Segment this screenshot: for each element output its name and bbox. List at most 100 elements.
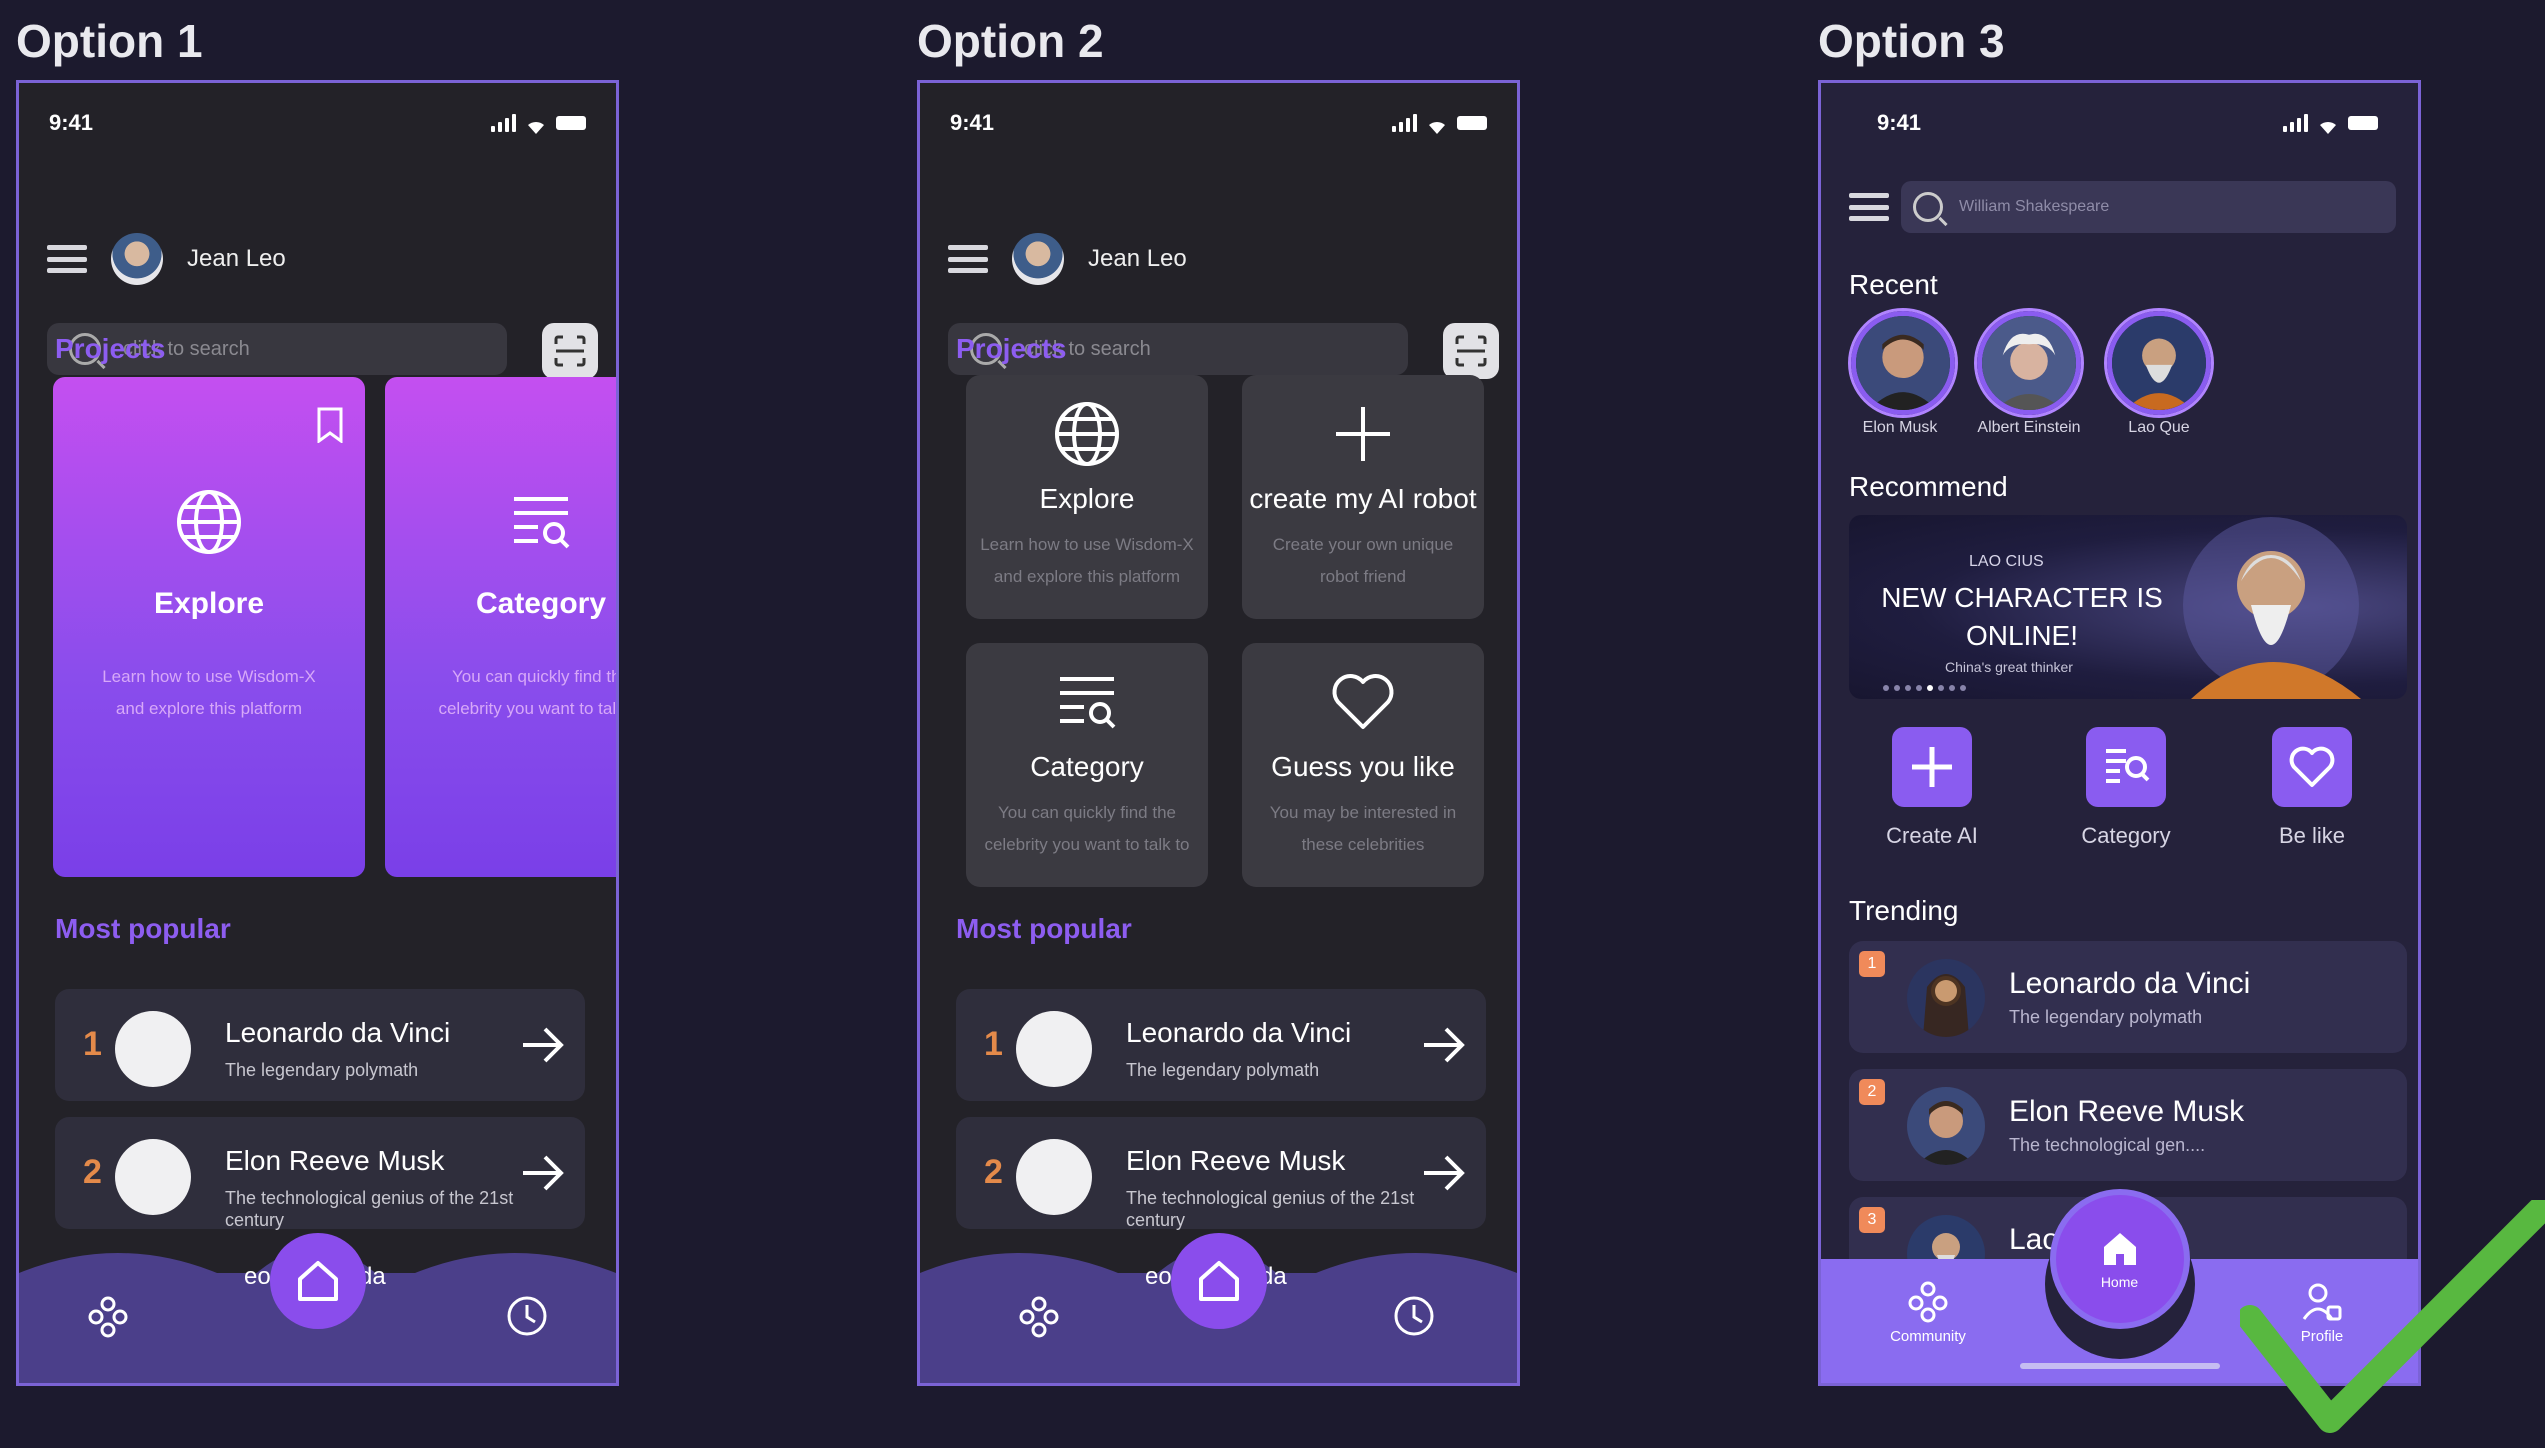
avatar xyxy=(1907,959,1985,1037)
list-item[interactable]: 1 Leonardo da Vinci The legendary polyma… xyxy=(956,989,1486,1101)
list-item[interactable]: 1 Leonardo da Vinci The legendary polyma… xyxy=(55,989,585,1101)
rank-number: 1 xyxy=(984,1025,1003,1063)
home-button[interactable]: Home xyxy=(2055,1195,2184,1323)
home-button[interactable] xyxy=(269,1233,366,1329)
trending-item[interactable]: 1 Leonardo da Vinci The legendary polyma… xyxy=(1849,941,2407,1053)
most-popular-heading: Most popular xyxy=(956,913,1132,944)
guess-you-like-card[interactable]: Guess you like You may be interested in … xyxy=(1242,643,1484,887)
phone-option-3: 9:41 William Shakespeare Recent Elon Mus… xyxy=(1818,80,2421,1386)
community-icon xyxy=(1908,1281,1948,1323)
scan-button[interactable] xyxy=(542,323,598,379)
arrow-right-icon[interactable] xyxy=(1422,1025,1466,1065)
menu-icon[interactable] xyxy=(47,245,87,273)
battery-icon xyxy=(2348,116,2378,130)
recent-avatar-einstein[interactable] xyxy=(1977,311,2081,415)
carousel-dots[interactable] xyxy=(1883,685,1966,691)
item-name: Leonardo da Vinci xyxy=(225,1017,451,1048)
menu-icon[interactable] xyxy=(1849,193,1889,221)
action-label: Category xyxy=(2081,823,2171,848)
card-title: Guess you like xyxy=(1271,751,1455,782)
status-bar: 9:41 xyxy=(49,103,586,143)
plus-icon xyxy=(1912,747,1952,787)
home-button[interactable] xyxy=(1170,1233,1267,1329)
phone-option-2: 9:41 Jean Leo click to search Projects E… xyxy=(917,80,1520,1386)
action-label: Be like xyxy=(2278,823,2346,848)
globe-icon xyxy=(1055,402,1119,466)
item-desc: The legendary polymath xyxy=(2009,1007,2203,1027)
menu-icon[interactable] xyxy=(948,245,988,273)
category-card[interactable]: Category You can quickly find the celebr… xyxy=(966,643,1208,887)
avatar xyxy=(1016,1011,1092,1087)
item-desc: The technological genius of the 21st cen… xyxy=(1126,1188,1415,1230)
community-icon[interactable] xyxy=(1016,1293,1062,1339)
avatar xyxy=(115,1139,191,1215)
recommend-banner[interactable]: LAO CIUS NEW CHARACTER IS ONLINE! China'… xyxy=(1849,515,2407,699)
recommend-heading: Recommend xyxy=(1849,471,2008,502)
status-time: 9:41 xyxy=(950,110,995,135)
check-mark-icon xyxy=(2240,1200,2545,1433)
scan-icon xyxy=(1455,335,1487,367)
explore-card[interactable]: Explore Learn how to use Wisdom-X and ex… xyxy=(966,375,1208,619)
rank-badge: 2 xyxy=(1859,1079,1885,1105)
recent-avatar-laoque[interactable] xyxy=(2107,311,2211,415)
banner-title: NEW CHARACTER IS ONLINE! xyxy=(1881,582,2163,651)
avatar[interactable] xyxy=(1012,233,1064,285)
plus-icon xyxy=(1336,407,1390,461)
card-title: create my AI robot xyxy=(1249,483,1477,514)
create-robot-card[interactable]: create my AI robot Create your own uniqu… xyxy=(1242,375,1484,619)
option-1-title: Option 1 xyxy=(16,15,203,67)
item-desc: The legendary polymath xyxy=(225,1060,419,1080)
trending-item[interactable]: 2 Elon Reeve Musk The technological gen.… xyxy=(1849,1069,2407,1181)
item-desc: The technological gen.... xyxy=(2009,1135,2206,1155)
item-name: Leonardo da Vinci xyxy=(1126,1017,1352,1048)
rank-number: 2 xyxy=(984,1153,1003,1191)
list-item[interactable]: 2 Elon Reeve Musk The technological geni… xyxy=(956,1117,1486,1230)
card-desc: You may be interested in these celebriti… xyxy=(1269,803,1457,854)
card-desc: You can quickly find the celebrity you w… xyxy=(438,667,617,718)
card-desc: Create your own unique robot friend xyxy=(1272,535,1454,586)
recent-avatar-musk[interactable] xyxy=(1851,311,1955,415)
recent-heading: Recent xyxy=(1849,269,1938,300)
status-time: 9:41 xyxy=(1877,110,1922,135)
list-item[interactable]: 2 Elon Reeve Musk The technological geni… xyxy=(55,1117,585,1230)
avatar xyxy=(1907,1087,1985,1165)
card-desc: You can quickly find the celebrity you w… xyxy=(984,803,1190,854)
arrow-right-icon[interactable] xyxy=(521,1153,565,1193)
rank-badge: 3 xyxy=(1859,1207,1885,1233)
arrow-right-icon[interactable] xyxy=(521,1025,565,1065)
recent-name: Elon Musk xyxy=(1862,419,1938,436)
category-card[interactable]: Category You can quickly find the celebr… xyxy=(385,377,617,877)
signal-icon xyxy=(2283,114,2308,132)
explore-card[interactable]: Explore Learn how to use Wisdom-X and ex… xyxy=(53,377,365,877)
heart-icon xyxy=(2289,746,2335,787)
community-icon[interactable] xyxy=(85,1293,131,1339)
wifi-icon xyxy=(526,115,546,134)
signal-icon xyxy=(1392,114,1417,132)
globe-icon xyxy=(177,490,241,554)
item-desc: The technological genius of the 21st cen… xyxy=(225,1188,514,1230)
history-clock-icon[interactable] xyxy=(1391,1293,1437,1339)
category-search-icon xyxy=(1060,677,1116,729)
bookmark-icon[interactable] xyxy=(315,407,345,443)
be-like-action[interactable]: Be like xyxy=(2237,727,2387,849)
scan-button[interactable] xyxy=(1443,323,1499,379)
arrow-right-icon[interactable] xyxy=(1422,1153,1466,1193)
create-ai-action[interactable]: Create AI xyxy=(1857,727,2007,849)
search-icon xyxy=(1913,192,1943,222)
category-action[interactable]: Category xyxy=(2051,727,2201,849)
card-title: Category xyxy=(475,587,607,620)
recent-name: Lao Que xyxy=(2128,419,2190,436)
avatar[interactable] xyxy=(111,233,163,285)
search-input[interactable]: William Shakespeare xyxy=(1901,181,2396,233)
battery-icon xyxy=(556,116,586,130)
card-desc: Learn how to use Wisdom-X and explore th… xyxy=(102,667,316,718)
user-name: Jean Leo xyxy=(187,245,286,272)
action-label: Create AI xyxy=(1886,823,1978,848)
status-time: 9:41 xyxy=(49,110,94,135)
tab-bar: eo da xyxy=(920,1233,1517,1383)
user-name: Jean Leo xyxy=(1088,245,1187,272)
tab-community[interactable]: Community xyxy=(1873,1279,1983,1345)
history-clock-icon[interactable] xyxy=(504,1293,550,1339)
rank-badge: 1 xyxy=(1859,951,1885,977)
projects-heading: Projects xyxy=(956,333,1067,364)
